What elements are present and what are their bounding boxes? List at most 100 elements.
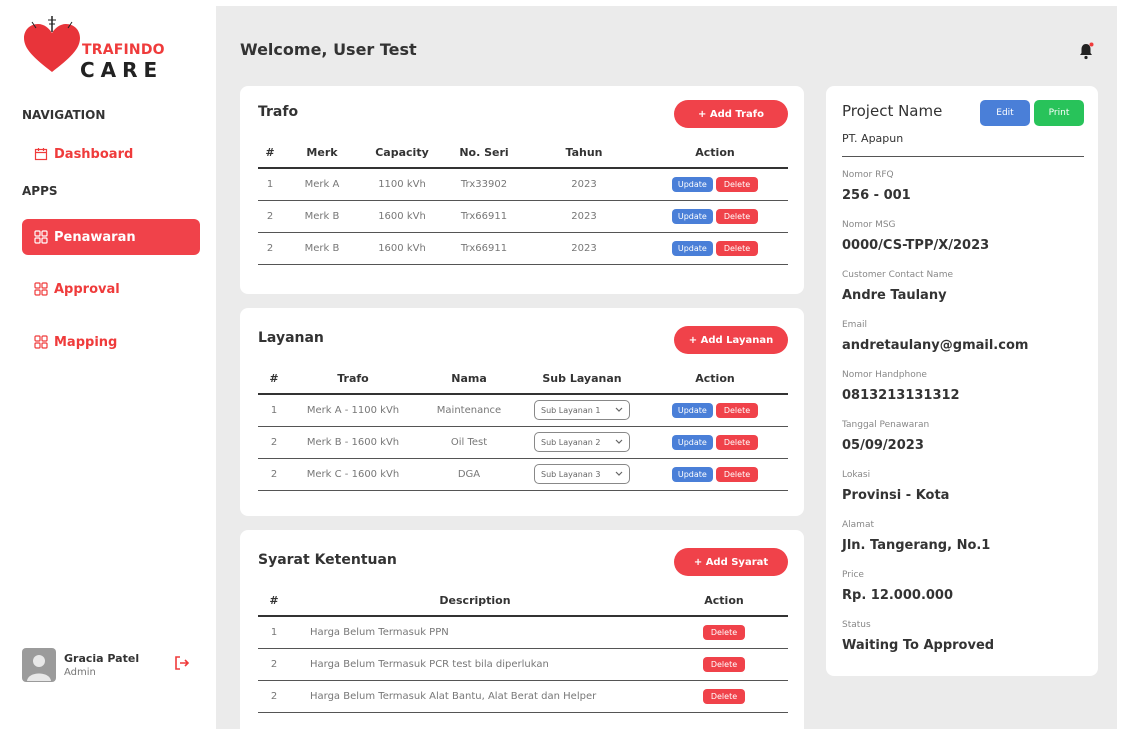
update-button[interactable]: Update xyxy=(671,402,713,418)
sidebar-item-label: Approval xyxy=(54,281,120,297)
cell-no: 2 xyxy=(258,426,290,459)
field-label: Email xyxy=(842,320,867,330)
col-header: # xyxy=(258,364,290,395)
cell-no: 2 xyxy=(258,648,290,681)
cell-action: Delete xyxy=(660,648,788,681)
col-header: Action xyxy=(642,364,788,395)
chevron-down-icon xyxy=(615,439,623,444)
field-value: Jln. Tangerang, No.1 xyxy=(842,538,991,553)
delete-button[interactable]: Delete xyxy=(715,434,759,450)
col-header: Merk xyxy=(282,138,362,169)
field-label: Nomor Handphone xyxy=(842,370,927,380)
cell-no: 2 xyxy=(258,458,290,491)
cell-nama: Oil Test xyxy=(416,426,522,459)
syarat-table: # Description Action 1 Harga Belum Terma… xyxy=(258,586,788,713)
update-button[interactable]: Update xyxy=(671,466,713,482)
field-value: 256 - 001 xyxy=(842,188,911,203)
col-header: Sub Layanan xyxy=(522,364,642,395)
sidebar-item-approval[interactable]: Approval xyxy=(22,271,200,307)
add-trafo-button[interactable]: + Add Trafo xyxy=(674,100,788,128)
grid-icon xyxy=(34,230,48,244)
add-layanan-button[interactable]: + Add Layanan xyxy=(674,326,788,354)
heart-logo-icon xyxy=(24,16,80,72)
divider xyxy=(842,156,1084,157)
cell-desc: Harga Belum Termasuk PPN xyxy=(290,616,660,649)
update-button[interactable]: Update xyxy=(671,176,713,192)
table-row: 2 Harga Belum Termasuk PCR test bila dip… xyxy=(258,648,788,681)
trafo-table: # Merk Capacity No. Seri Tahun Action 1 … xyxy=(258,138,788,265)
table-row: 1 Merk A - 1100 kVh Maintenance Sub Laya… xyxy=(258,394,788,427)
delete-button[interactable]: Delete xyxy=(702,688,746,704)
cell-tahun: 2023 xyxy=(526,168,642,201)
col-header: Nama xyxy=(416,364,522,395)
delete-button[interactable]: Delete xyxy=(715,208,759,224)
cell-sub: Sub Layanan 3 xyxy=(522,458,642,491)
select-value: Sub Layanan 1 xyxy=(541,405,601,415)
sidebar-item-label: Dashboard xyxy=(54,146,134,162)
select-value: Sub Layanan 2 xyxy=(541,437,601,447)
user-name: Gracia Patel xyxy=(64,652,140,665)
cell-action: Update Delete xyxy=(642,458,788,491)
cell-trafo: Merk A - 1100 kVh xyxy=(290,394,416,427)
cell-capacity: 1100 kVh xyxy=(362,168,442,201)
table-row: 2 Harga Belum Termasuk Alat Bantu, Alat … xyxy=(258,680,788,713)
delete-button[interactable]: Delete xyxy=(702,656,746,672)
table-row: 2 Merk C - 1600 kVh DGA Sub Layanan 3 Up… xyxy=(258,458,788,491)
field-label: Nomor RFQ xyxy=(842,170,894,180)
delete-button[interactable]: Delete xyxy=(715,240,759,256)
cell-tahun: 2023 xyxy=(526,200,642,233)
project-company: PT. Apapun xyxy=(842,132,904,145)
field-value: andretaulany@gmail.com xyxy=(842,338,1029,353)
print-button[interactable]: Print xyxy=(1034,100,1084,126)
logout-icon[interactable] xyxy=(174,655,190,671)
col-header: Action xyxy=(660,586,788,617)
col-header: # xyxy=(258,138,282,169)
table-row: 2 Merk B - 1600 kVh Oil Test Sub Layanan… xyxy=(258,426,788,459)
cell-action: Delete xyxy=(660,680,788,713)
field-value: Andre Taulany xyxy=(842,288,947,303)
update-button[interactable]: Update xyxy=(671,208,713,224)
bell-icon[interactable] xyxy=(1078,42,1094,60)
avatar xyxy=(22,648,56,682)
update-button[interactable]: Update xyxy=(671,240,713,256)
sidebar-item-dashboard[interactable]: Dashboard xyxy=(22,136,200,172)
delete-button[interactable]: Delete xyxy=(715,402,759,418)
sidebar-item-label: Penawaran xyxy=(54,229,136,245)
cell-trafo: Merk C - 1600 kVh xyxy=(290,458,416,491)
cell-action: Update Delete xyxy=(642,200,788,233)
col-header: Description xyxy=(290,586,660,617)
sidebar-item-mapping[interactable]: Mapping xyxy=(22,324,200,360)
sub-layanan-select[interactable]: Sub Layanan 3 xyxy=(534,464,630,484)
field-value: Rp. 12.000.000 xyxy=(842,588,954,603)
sidebar-item-penawaran[interactable]: Penawaran xyxy=(22,219,200,255)
delete-button[interactable]: Delete xyxy=(702,624,746,640)
field-value: Waiting To Approved xyxy=(842,638,995,653)
cell-action: Delete xyxy=(660,616,788,649)
sidebar-item-label: Mapping xyxy=(54,334,118,350)
layanan-card: Layanan + Add Layanan # Trafo Nama Sub L… xyxy=(240,308,804,516)
cell-capacity: 1600 kVh xyxy=(362,232,442,265)
delete-button[interactable]: Delete xyxy=(715,466,759,482)
syarat-card: Syarat Ketentuan + Add Syarat # Descript… xyxy=(240,530,804,729)
chevron-down-icon xyxy=(615,471,623,476)
field-label: Status xyxy=(842,620,871,630)
grid-icon xyxy=(34,282,48,296)
cell-action: Update Delete xyxy=(642,232,788,265)
update-button[interactable]: Update xyxy=(671,434,713,450)
edit-button[interactable]: Edit xyxy=(980,100,1030,126)
cell-desc: Harga Belum Termasuk PCR test bila diper… xyxy=(290,648,660,681)
sub-layanan-select[interactable]: Sub Layanan 1 xyxy=(534,400,630,421)
sub-layanan-select[interactable]: Sub Layanan 2 xyxy=(534,432,630,452)
cell-action: Update Delete xyxy=(642,394,788,427)
brand-line1: TRAFINDO xyxy=(82,42,165,58)
cell-no: 2 xyxy=(258,680,290,713)
trafo-card: Trafo + Add Trafo # Merk Capacity No. Se… xyxy=(240,86,804,294)
sidebar: TRAFINDO CARE NAVIGATION Dashboard APPS … xyxy=(6,6,216,729)
add-syarat-button[interactable]: + Add Syarat xyxy=(674,548,788,576)
cell-no: 2 xyxy=(258,200,282,233)
delete-button[interactable]: Delete xyxy=(715,176,759,192)
brand-logo: TRAFINDO CARE xyxy=(24,16,184,82)
cell-tahun: 2023 xyxy=(526,232,642,265)
apps-heading: APPS xyxy=(22,184,58,198)
cell-no: 1 xyxy=(258,168,282,201)
